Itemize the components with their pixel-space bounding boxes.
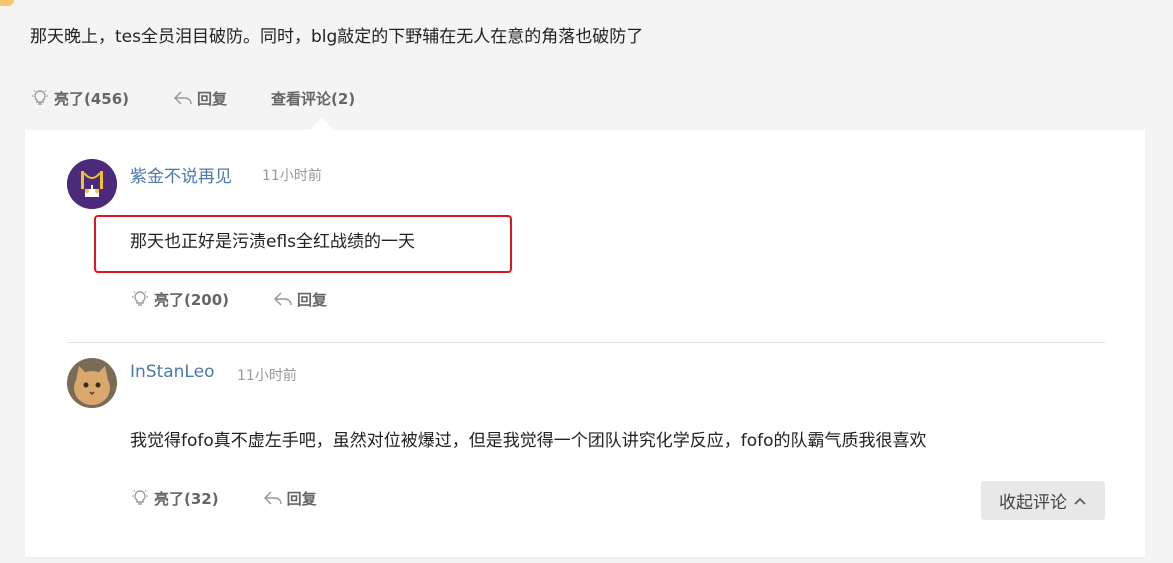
collapse-comments-button[interactable]: 收起评论 [981,481,1105,520]
comment-time: 11小时前 [237,368,297,384]
comment-reply-label: 回复 [286,489,317,508]
corner-decoration [0,0,14,6]
comments-panel-notch [310,118,334,130]
view-comments-button[interactable]: 查看评论(2) [271,88,355,109]
comment-reply-button[interactable]: 回复 [273,289,327,310]
comment-reply-label: 回复 [297,290,328,309]
comment-action-bar: 亮了(32) 回复 [130,485,317,511]
chevron-up-icon [1074,497,1086,505]
reply-arrow-icon [263,491,282,505]
lightbulb-icon [132,490,148,505]
post-text: 那天晚上，tes全员泪目破防。同时，blg敲定的下野辅在无人在意的角落也破防了 [30,27,644,47]
comment-like-label: 亮了(200) [154,290,230,309]
post-reply-label: 回复 [197,89,228,108]
avatar[interactable] [67,358,117,408]
comment-username[interactable]: 紫金不说再见 [130,162,232,187]
avatar-image [67,358,117,408]
highlight-annotation-box [94,215,512,273]
comment-like-label: 亮了(32) [154,489,219,508]
comment-divider [67,342,1105,343]
collapse-comments-label: 收起评论 [999,493,1067,513]
avatar-image [67,159,117,209]
lightbulb-icon [132,291,148,306]
comment-action-bar: 亮了(200) 回复 [130,286,327,312]
comment-like-button[interactable]: 亮了(200) [130,289,229,310]
post-like-button[interactable]: 亮了(456) [30,88,129,109]
comment-text: 我觉得fofo真不虚左手吧，虽然对位被爆过，但是我觉得一个团队讲究化学反应，fo… [130,431,927,451]
post-like-label: 亮了(456) [54,89,130,108]
reply-arrow-icon [173,91,192,105]
post-action-bar: 亮了(456) 回复 查看评论(2) [30,85,355,111]
comment-like-button[interactable]: 亮了(32) [130,488,219,509]
comment-time: 11小时前 [262,168,322,184]
view-comments-label: 查看评论(2) [271,89,356,108]
avatar[interactable] [67,159,117,209]
comment-username[interactable]: InStanLeo [130,362,214,382]
post-reply-button[interactable]: 回复 [173,88,227,109]
reply-arrow-icon [273,292,292,306]
lightbulb-icon [32,90,48,105]
comment-reply-button[interactable]: 回复 [263,488,317,509]
